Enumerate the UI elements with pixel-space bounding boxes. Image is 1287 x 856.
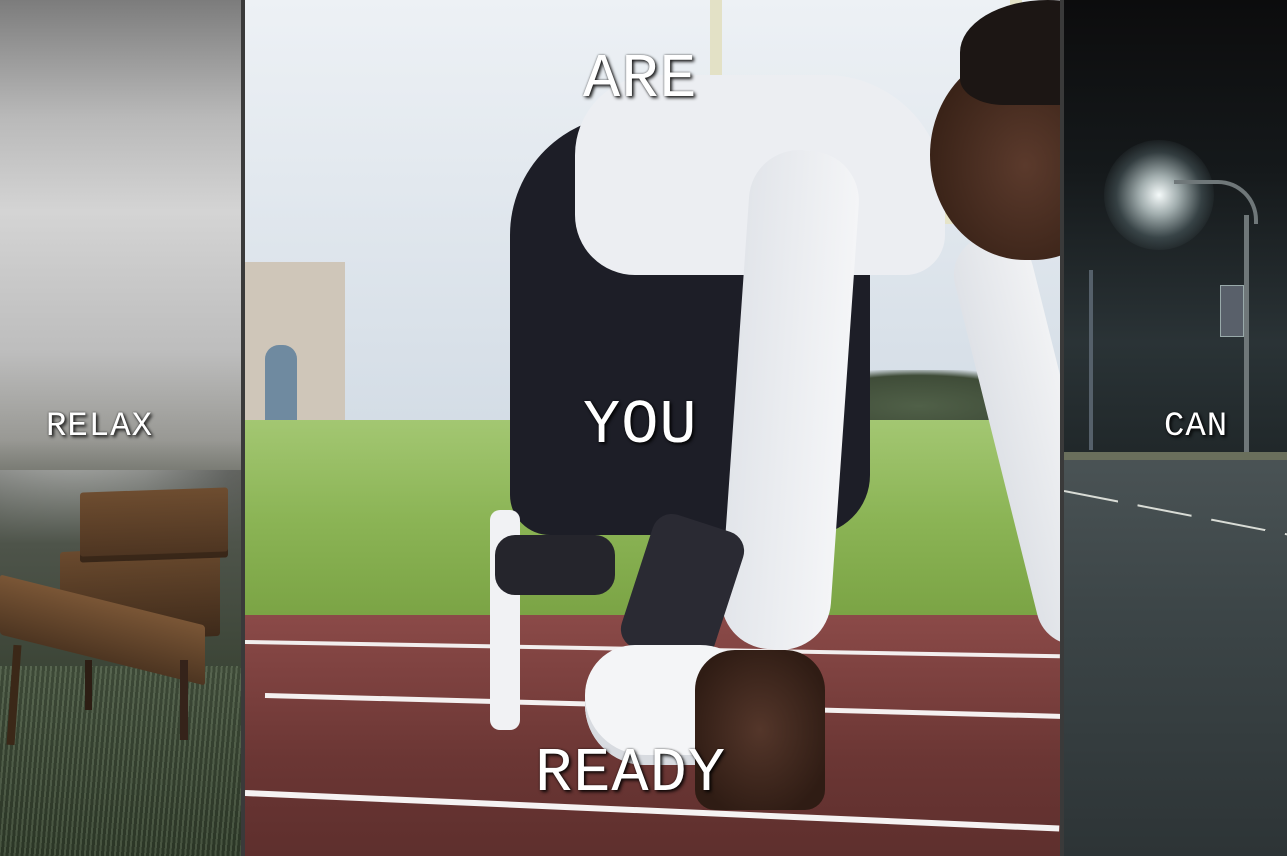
word-ready: READY bbox=[535, 738, 727, 809]
runner-sock bbox=[495, 535, 615, 595]
distant-pole bbox=[1089, 270, 1093, 450]
bench-backrest bbox=[80, 487, 228, 563]
word-can: CAN bbox=[1164, 408, 1229, 446]
streetlight-pole bbox=[1244, 215, 1249, 455]
fog-background bbox=[0, 0, 241, 470]
word-you: YOU bbox=[583, 390, 698, 461]
road-sign bbox=[1220, 285, 1244, 337]
road-edge bbox=[1064, 452, 1287, 460]
triptych-stage: RELAX ARE YOU READY CAN bbox=[0, 0, 1287, 856]
word-are: ARE bbox=[583, 44, 698, 115]
center-image-panel: ARE YOU READY bbox=[245, 0, 1060, 856]
grass-foreground bbox=[0, 666, 241, 856]
left-image-panel: RELAX bbox=[0, 0, 241, 856]
bench-leg bbox=[180, 660, 188, 740]
right-image-panel: CAN bbox=[1064, 0, 1287, 856]
road-surface bbox=[1064, 455, 1287, 856]
word-relax: RELAX bbox=[46, 408, 154, 446]
bench-leg bbox=[85, 660, 92, 710]
